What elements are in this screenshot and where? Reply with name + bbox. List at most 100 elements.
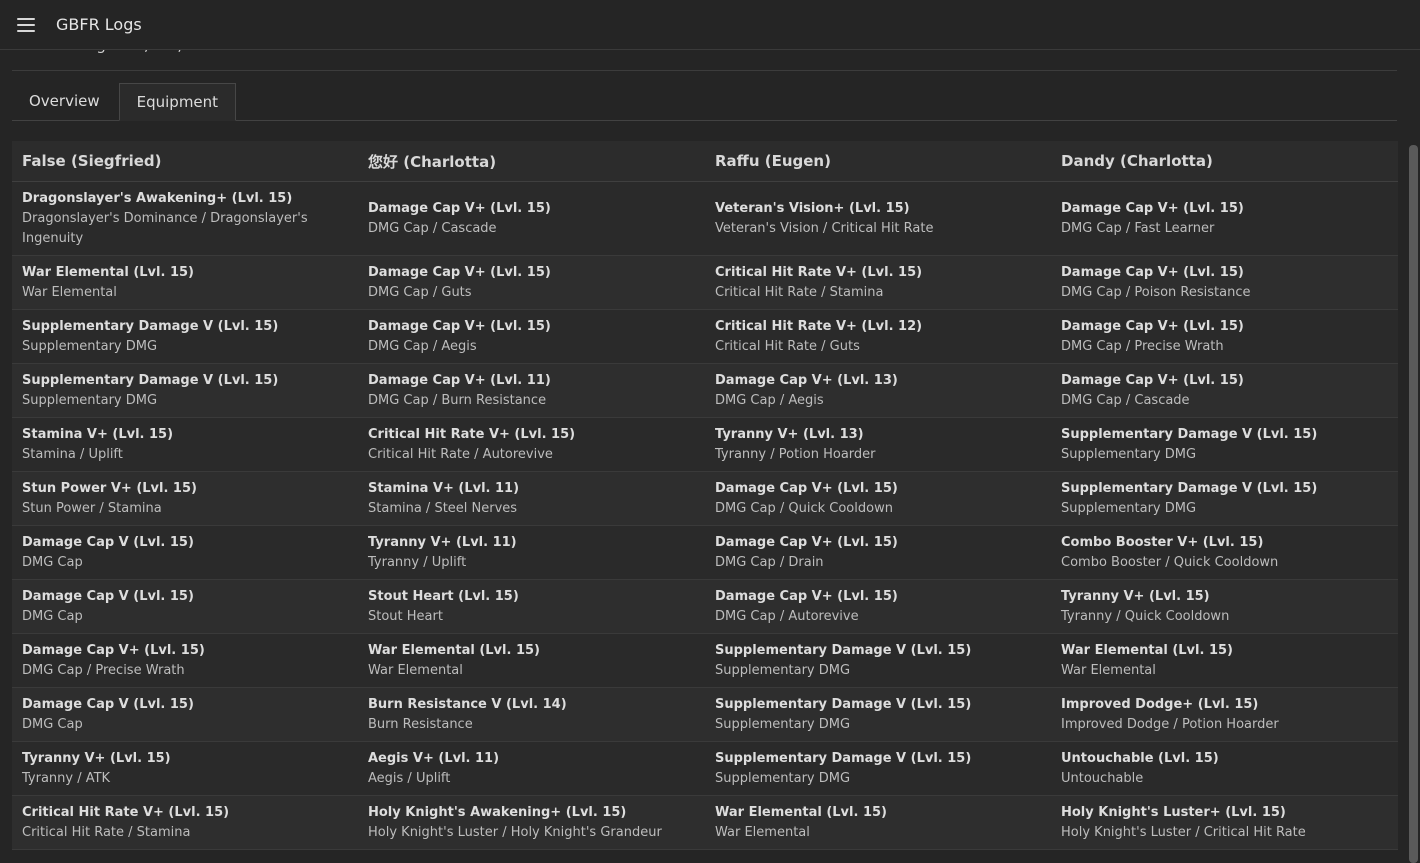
table-row: Supplementary Damage V (Lvl. 15) Suppleme… xyxy=(12,363,1398,418)
sigil-traits: Dragonslayer's Dominance / Dragonslayer'… xyxy=(22,210,308,246)
sigil-traits: DMG Cap / Cascade xyxy=(368,220,497,236)
sigil-cell: Damage Cap V+ (Lvl. 15) DMG Cap / Aegis xyxy=(358,309,705,364)
sigil-traits: Critical Hit Rate / Autorevive xyxy=(368,446,553,462)
sigil-cell: Damage Cap V+ (Lvl. 11) DMG Cap / Burn Re… xyxy=(358,363,705,418)
sigil-name: Stamina V+ (Lvl. 11) xyxy=(368,480,520,496)
sigil-traits: Critical Hit Rate / Stamina xyxy=(715,284,884,300)
sigil-name: Stun Power V+ (Lvl. 15) xyxy=(22,480,197,496)
sigil-traits: Aegis / Uplift xyxy=(368,770,451,786)
sigil-name: Supplementary Damage V (Lvl. 15) xyxy=(22,318,279,334)
sigil-name: War Elemental (Lvl. 15) xyxy=(1061,642,1233,658)
table-row: Stamina V+ (Lvl. 15) Stamina / Uplift Crit… xyxy=(12,417,1398,472)
sigil-traits: DMG Cap / Fast Learner xyxy=(1061,220,1215,236)
sigil-name: Supplementary Damage V (Lvl. 15) xyxy=(715,696,972,712)
player-header: False (Siegfried) xyxy=(12,141,358,182)
sigil-traits: War Elemental xyxy=(22,284,117,300)
sigil-traits: DMG Cap / Poison Resistance xyxy=(1061,284,1251,300)
content-scroll-area[interactable]: Total Damage: 87,739,873 Overview Equipm… xyxy=(0,0,1420,863)
sigil-traits: Critical Hit Rate / Stamina xyxy=(22,824,191,840)
sigil-cell: Stamina V+ (Lvl. 15) Stamina / Uplift xyxy=(12,417,358,472)
sigil-cell: Tyranny V+ (Lvl. 11) Tyranny / Uplift xyxy=(358,525,705,580)
sigil-cell: Dragonslayer's Awakening+ (Lvl. 15) Drago… xyxy=(12,181,358,256)
scrollbar-thumb[interactable] xyxy=(1409,145,1418,863)
sigil-traits: Burn Resistance xyxy=(368,716,473,732)
sigil-cell: Supplementary Damage V (Lvl. 15) Suppleme… xyxy=(705,687,1051,742)
sigil-name: Damage Cap V+ (Lvl. 13) xyxy=(715,372,898,388)
sigil-name: Damage Cap V+ (Lvl. 15) xyxy=(715,534,898,550)
sigil-cell: Supplementary Damage V (Lvl. 15) Suppleme… xyxy=(12,363,358,418)
sigil-name: Tyranny V+ (Lvl. 13) xyxy=(715,426,864,442)
equipment-table-body: Dragonslayer's Awakening+ (Lvl. 15) Drago… xyxy=(12,181,1398,850)
sigil-traits: Tyranny / Quick Cooldown xyxy=(1061,608,1230,624)
table-row: Stun Power V+ (Lvl. 15) Stun Power / Stam… xyxy=(12,471,1398,526)
app-title: GBFR Logs xyxy=(56,15,142,34)
top-bar: GBFR Logs xyxy=(0,0,1420,50)
sigil-cell: Aegis V+ (Lvl. 11) Aegis / Uplift xyxy=(358,741,705,796)
sigil-name: Critical Hit Rate V+ (Lvl. 15) xyxy=(368,426,576,442)
sigil-traits: DMG Cap / Quick Cooldown xyxy=(715,500,893,516)
sigil-name: Damage Cap V+ (Lvl. 11) xyxy=(368,372,551,388)
sigil-traits: DMG Cap / Precise Wrath xyxy=(22,662,185,678)
sigil-name: Damage Cap V+ (Lvl. 15) xyxy=(22,642,205,658)
sigil-name: Holy Knight's Luster+ (Lvl. 15) xyxy=(1061,804,1286,820)
sigil-cell: Damage Cap V+ (Lvl. 15) DMG Cap / Quick C… xyxy=(705,471,1051,526)
sigil-cell: War Elemental (Lvl. 15) War Elemental xyxy=(12,255,358,310)
sigil-cell: Damage Cap V+ (Lvl. 15) DMG Cap / Cascade xyxy=(358,181,705,256)
sigil-cell: Damage Cap V (Lvl. 15) DMG Cap xyxy=(12,687,358,742)
sigil-name: Tyranny V+ (Lvl. 15) xyxy=(1061,588,1210,604)
sigil-name: Damage Cap V+ (Lvl. 15) xyxy=(1061,372,1244,388)
sigil-name: Burn Resistance V (Lvl. 14) xyxy=(368,696,567,712)
sigil-name: Stout Heart (Lvl. 15) xyxy=(368,588,519,604)
table-row: Tyranny V+ (Lvl. 15) Tyranny / ATK Aegis V… xyxy=(12,741,1398,796)
sigil-traits: Stamina / Steel Nerves xyxy=(368,500,518,516)
sigil-cell: Supplementary Damage V (Lvl. 15) Suppleme… xyxy=(705,633,1051,688)
sigil-cell: Damage Cap V+ (Lvl. 13) DMG Cap / Aegis xyxy=(705,363,1051,418)
sigil-traits: Untouchable xyxy=(1061,770,1144,786)
sigil-cell: War Elemental (Lvl. 15) War Elemental xyxy=(1051,633,1398,688)
sigil-cell: Damage Cap V+ (Lvl. 15) DMG Cap / Poison … xyxy=(1051,255,1398,310)
sigil-name: Veteran's Vision+ (Lvl. 15) xyxy=(715,200,910,216)
tab-overview[interactable]: Overview xyxy=(12,83,117,120)
sigil-name: War Elemental (Lvl. 15) xyxy=(22,264,194,280)
sigil-cell: Burn Resistance V (Lvl. 14) Burn Resistan… xyxy=(358,687,705,742)
sigil-name: Critical Hit Rate V+ (Lvl. 12) xyxy=(715,318,923,334)
sigil-traits: DMG Cap xyxy=(22,554,83,570)
tab-bar: Overview Equipment xyxy=(12,83,1397,121)
sigil-traits: Supplementary DMG xyxy=(715,770,851,786)
sigil-cell: Stout Heart (Lvl. 15) Stout Heart xyxy=(358,579,705,634)
sigil-cell: Veteran's Vision+ (Lvl. 15) Veteran's Vis… xyxy=(705,181,1051,256)
sigil-cell: Holy Knight's Awakening+ (Lvl. 15) Holy K… xyxy=(358,795,705,850)
sigil-cell: Damage Cap V+ (Lvl. 15) DMG Cap / Autorev… xyxy=(705,579,1051,634)
sigil-name: Damage Cap V+ (Lvl. 15) xyxy=(1061,200,1244,216)
sigil-cell: Critical Hit Rate V+ (Lvl. 12) Critical H… xyxy=(705,309,1051,364)
sigil-name: Holy Knight's Awakening+ (Lvl. 15) xyxy=(368,804,627,820)
sigil-traits: Supplementary DMG xyxy=(1061,446,1197,462)
sigil-cell: Critical Hit Rate V+ (Lvl. 15) Critical H… xyxy=(705,255,1051,310)
sigil-traits: DMG Cap / Cascade xyxy=(1061,392,1190,408)
sigil-cell: War Elemental (Lvl. 15) War Elemental xyxy=(705,795,1051,850)
tab-equipment[interactable]: Equipment xyxy=(118,83,237,121)
sigil-traits: DMG Cap xyxy=(22,716,83,732)
sigil-cell: Holy Knight's Luster+ (Lvl. 15) Holy Knig… xyxy=(1051,795,1398,850)
sigil-name: Damage Cap V+ (Lvl. 15) xyxy=(368,318,551,334)
sigil-traits: Holy Knight's Luster / Holy Knight's Gra… xyxy=(368,824,662,840)
table-row: Supplementary Damage V (Lvl. 15) Suppleme… xyxy=(12,309,1398,364)
sigil-name: Damage Cap V+ (Lvl. 15) xyxy=(1061,318,1244,334)
sigil-name: Combo Booster V+ (Lvl. 15) xyxy=(1061,534,1264,550)
equipment-table: False (Siegfried) 您好 (Charlotta) Raffu (… xyxy=(12,141,1398,850)
sigil-name: Stamina V+ (Lvl. 15) xyxy=(22,426,174,442)
sigil-cell: Damage Cap V+ (Lvl. 15) DMG Cap / Cascade xyxy=(1051,363,1398,418)
sigil-name: Improved Dodge+ (Lvl. 15) xyxy=(1061,696,1259,712)
sigil-cell: Damage Cap V+ (Lvl. 15) DMG Cap / Precise… xyxy=(1051,309,1398,364)
sigil-name: Damage Cap V+ (Lvl. 15) xyxy=(368,264,551,280)
sigil-name: Supplementary Damage V (Lvl. 15) xyxy=(1061,426,1318,442)
menu-icon[interactable] xyxy=(17,17,35,32)
table-row: Damage Cap V (Lvl. 15) DMG Cap Stout Heart… xyxy=(12,579,1398,634)
player-header: 您好 (Charlotta) xyxy=(358,141,705,182)
table-row: Dragonslayer's Awakening+ (Lvl. 15) Drago… xyxy=(12,181,1398,256)
sigil-traits: Improved Dodge / Potion Hoarder xyxy=(1061,716,1279,732)
sigil-cell: Stamina V+ (Lvl. 11) Stamina / Steel Nerv… xyxy=(358,471,705,526)
table-row: Damage Cap V (Lvl. 15) DMG Cap Burn Resist… xyxy=(12,687,1398,742)
player-header: Dandy (Charlotta) xyxy=(1051,141,1398,182)
sigil-traits: Supplementary DMG xyxy=(715,716,851,732)
